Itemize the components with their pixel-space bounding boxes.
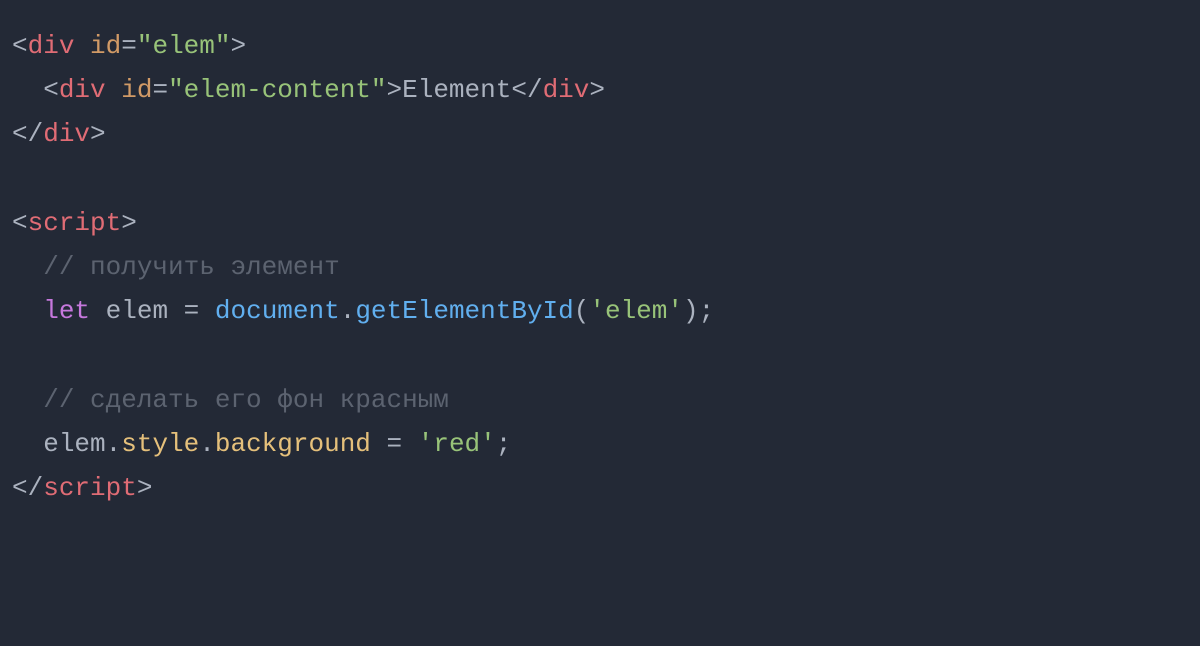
text-content: Element xyxy=(402,75,511,105)
indent xyxy=(12,296,43,326)
tag: div xyxy=(543,75,590,105)
comment: // сделать его фон красным xyxy=(43,385,449,415)
property: style xyxy=(121,429,199,459)
code-line-1: <div id="elem"> xyxy=(12,24,1188,68)
tag: div xyxy=(43,119,90,149)
space xyxy=(106,75,122,105)
code-line-6: // получить элемент xyxy=(12,245,1188,289)
space xyxy=(199,296,215,326)
semicolon: ; xyxy=(699,296,715,326)
method: getElementById xyxy=(355,296,573,326)
bracket: > xyxy=(589,75,605,105)
bracket: > xyxy=(121,208,137,238)
tag: script xyxy=(28,208,122,238)
space xyxy=(168,296,184,326)
dot: . xyxy=(106,429,122,459)
code-line-5: <script> xyxy=(12,201,1188,245)
indent xyxy=(12,429,43,459)
keyword: let xyxy=(43,296,90,326)
code-line-11: </script> xyxy=(12,466,1188,510)
dot: . xyxy=(340,296,356,326)
space xyxy=(402,429,418,459)
tag: script xyxy=(43,473,137,503)
code-line-9: // сделать его фон красным xyxy=(12,378,1188,422)
tag: div xyxy=(28,31,75,61)
variable: elem xyxy=(43,429,105,459)
bracket: > xyxy=(230,31,246,61)
eq: = xyxy=(152,75,168,105)
eq: = xyxy=(184,296,200,326)
bracket: < xyxy=(12,31,28,61)
bracket: < xyxy=(43,75,59,105)
tag: div xyxy=(59,75,106,105)
string: 'elem' xyxy=(589,296,683,326)
space xyxy=(74,31,90,61)
object: document xyxy=(215,296,340,326)
variable: elem xyxy=(106,296,168,326)
semicolon: ; xyxy=(496,429,512,459)
code-line-10: elem.style.background = 'red'; xyxy=(12,422,1188,466)
code-line-4-blank xyxy=(12,157,1188,201)
indent xyxy=(12,385,43,415)
bracket: > xyxy=(90,119,106,149)
bracket: > xyxy=(387,75,403,105)
comment: // получить элемент xyxy=(43,252,339,282)
code-block: <div id="elem"> <div id="elem-content">E… xyxy=(12,24,1188,510)
code-line-2: <div id="elem-content">Element</div> xyxy=(12,68,1188,112)
bracket: > xyxy=(137,473,153,503)
bracket: </ xyxy=(12,119,43,149)
attr-value: "elem" xyxy=(137,31,231,61)
bracket: < xyxy=(12,208,28,238)
attr-name: id xyxy=(90,31,121,61)
attr-value: "elem-content" xyxy=(168,75,386,105)
dot: . xyxy=(199,429,215,459)
code-line-7: let elem = document.getElementById('elem… xyxy=(12,289,1188,333)
string: 'red' xyxy=(418,429,496,459)
code-line-3: </div> xyxy=(12,112,1188,156)
bracket: </ xyxy=(511,75,542,105)
paren: ) xyxy=(683,296,699,326)
attr-name: id xyxy=(121,75,152,105)
code-line-8-blank xyxy=(12,333,1188,377)
indent xyxy=(12,75,43,105)
bracket: </ xyxy=(12,473,43,503)
space xyxy=(90,296,106,326)
property: background xyxy=(215,429,371,459)
paren: ( xyxy=(574,296,590,326)
indent xyxy=(12,252,43,282)
eq: = xyxy=(387,429,403,459)
eq: = xyxy=(121,31,137,61)
space xyxy=(371,429,387,459)
